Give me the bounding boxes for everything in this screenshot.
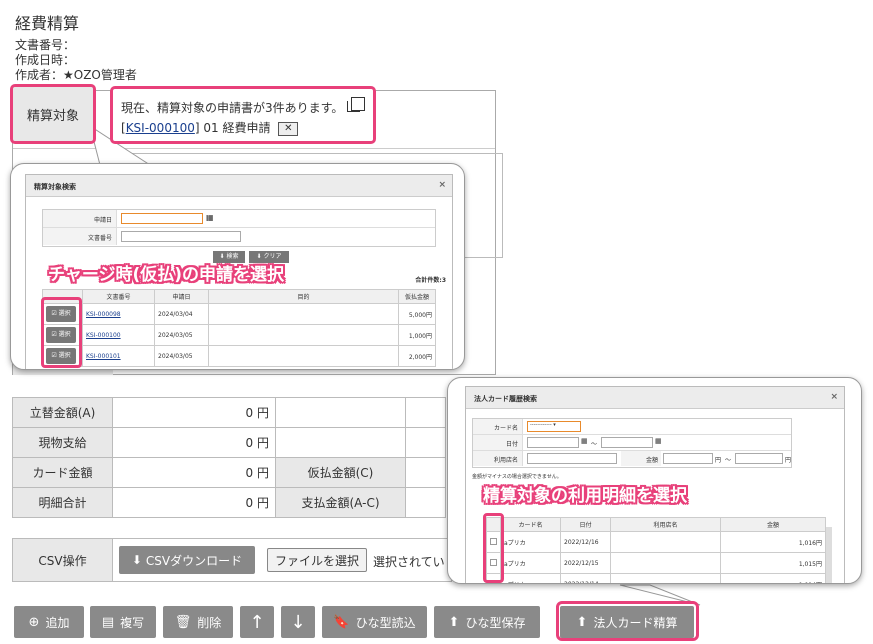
created-date-label: 作成日時：: [15, 53, 76, 67]
amount-summary-table: 立替金額(A) 0 円 現物支給 0 円 カード金額 0 円 仮払金額(C) 明…: [12, 397, 446, 518]
csv-label: CSV操作: [13, 539, 113, 581]
date-to-input[interactable]: [601, 437, 653, 448]
plus-icon: ⊕: [28, 614, 40, 630]
settlement-target-value: 現在、精算対象の申請書が3件あります。 [KSI-000100] 01 経費申請…: [110, 86, 376, 144]
calendar-icon[interactable]: ▦: [581, 437, 588, 445]
delete-button[interactable]: 🗑 削除: [163, 606, 233, 638]
csv-operation-row: CSV操作 ⬇ CSVダウンロード ファイルを選択 選択されてい: [12, 538, 452, 582]
amount-to-input[interactable]: [735, 453, 783, 464]
table-row: ☑ 選択 KSI-000098 2024/03/04 5,000円: [42, 303, 436, 325]
download-icon: ⬇: [131, 553, 142, 567]
close-icon[interactable]: ×: [830, 392, 838, 402]
copy-icon[interactable]: [347, 97, 365, 112]
doc-number-label: 文書番号：: [15, 38, 76, 52]
scrollbar[interactable]: [826, 527, 832, 583]
doc-number-field-label: 文書番号: [43, 228, 117, 245]
table-row: 明細合計 0 円 支払金額(A-C): [12, 487, 446, 518]
card-select[interactable]: ------------ ▾: [527, 421, 581, 432]
dialog-title: 精算対象検索: [34, 183, 76, 191]
total-count: 合計件数:3: [415, 277, 446, 284]
checkbox-highlight: [483, 513, 504, 583]
card-history-table: カード名 日付 利用店名 金額 aプリカ 2022/12/16 1,016円 a…: [486, 517, 826, 583]
doc-link[interactable]: KSI-000100: [86, 332, 121, 339]
add-button[interactable]: ⊕ 追加: [14, 606, 84, 638]
doc-link[interactable]: KSI-000101: [86, 353, 121, 360]
file-select-button[interactable]: ファイルを選択: [267, 548, 367, 572]
template-save-button[interactable]: ⬆ ひな型保存: [434, 606, 540, 638]
store-input[interactable]: [527, 453, 617, 464]
bookmark-icon: 🔖: [333, 614, 350, 630]
page-title: 経費精算: [15, 14, 80, 33]
author-label: 作成者：★OZO管理者: [15, 68, 137, 82]
table-row: 立替金額(A) 0 円: [12, 397, 446, 428]
apply-date-input[interactable]: [121, 213, 203, 224]
table-row: aプリカ 2022/12/16 1,016円: [486, 531, 826, 553]
file-status: 選択されてい: [373, 555, 445, 569]
upload-icon: ⬆: [576, 614, 588, 630]
settlement-result-table: 文書番号 申請日 目的 仮払金額 ☑ 選択 KSI-000098 2024/03…: [42, 289, 436, 367]
remove-target-button[interactable]: ✕: [278, 121, 299, 136]
move-up-button[interactable]: ↑: [240, 606, 274, 638]
settlement-target-message: 現在、精算対象の申請書が3件あります。: [121, 101, 344, 115]
calendar-icon[interactable]: ▦: [655, 437, 662, 445]
table-row: カード金額 0 円 仮払金額(C): [12, 457, 446, 488]
annotation-popup1: チャージ時(仮払)の申請を選択: [48, 265, 285, 285]
target-doc-link[interactable]: KSI-000100: [126, 121, 195, 135]
close-icon[interactable]: ×: [438, 180, 446, 190]
target-doc-title: 01 経費申請: [199, 121, 271, 135]
dialog-title: 法人カード履歴検索: [474, 395, 537, 403]
csv-download-button[interactable]: ⬇ CSVダウンロード: [119, 546, 255, 574]
table-row: ☑ 選択 KSI-000101 2024/03/05 2,000円: [42, 345, 436, 367]
table-row: ☑ 選択 KSI-000100 2024/03/05 1,000円: [42, 324, 436, 346]
move-down-button[interactable]: ↓: [281, 606, 315, 638]
settlement-target-label: 精算対象: [10, 84, 96, 144]
search-form: 申請日 ▦ 文書番号: [42, 209, 436, 247]
minus-note: 金額がマイナスの場合選択できません。: [472, 474, 562, 480]
calendar-icon[interactable]: ▦: [206, 213, 214, 222]
table-row: aプリカ 2022/12/14 1,014円: [486, 573, 826, 583]
apply-date-label: 申請日: [43, 210, 117, 227]
template-load-button[interactable]: 🔖 ひな型読込: [322, 606, 427, 638]
table-row: aプリカ 2022/12/15 1,015円: [486, 552, 826, 574]
card-search-form: カード名 ------------ ▾ 日付 ▦ ～ ▦ 利用店名 金額 円 ～…: [472, 418, 792, 468]
corp-card-settlement-button[interactable]: ⬆ 法人カード精算: [560, 606, 694, 638]
document-icon: ▤: [101, 614, 115, 630]
copy-button[interactable]: ▤ 複写: [90, 606, 156, 638]
amount-from-input[interactable]: [663, 453, 713, 464]
trash-icon: 🗑: [174, 614, 192, 630]
annotation-popup2: 精算対象の利用明細を選択: [483, 486, 687, 506]
date-from-input[interactable]: [527, 437, 579, 448]
select-buttons-highlight: [41, 297, 82, 368]
table-row: 現物支給 0 円: [12, 427, 446, 458]
upload-icon: ⬆: [448, 614, 460, 630]
doc-link[interactable]: KSI-000098: [86, 311, 121, 318]
doc-number-input[interactable]: [121, 231, 241, 242]
